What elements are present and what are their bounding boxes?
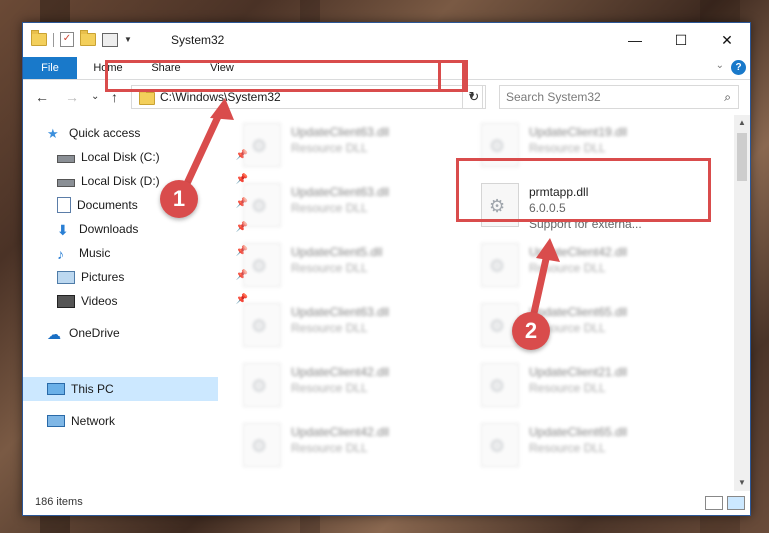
callout-badge-1: 1 xyxy=(160,180,198,218)
callout-arrows xyxy=(180,98,560,326)
arrow-head-2 xyxy=(536,238,560,262)
arrow-line-1 xyxy=(180,104,226,194)
arrow-line-2 xyxy=(528,246,552,326)
arrow-head-1 xyxy=(210,98,234,120)
callout-badge-2: 2 xyxy=(512,312,550,350)
